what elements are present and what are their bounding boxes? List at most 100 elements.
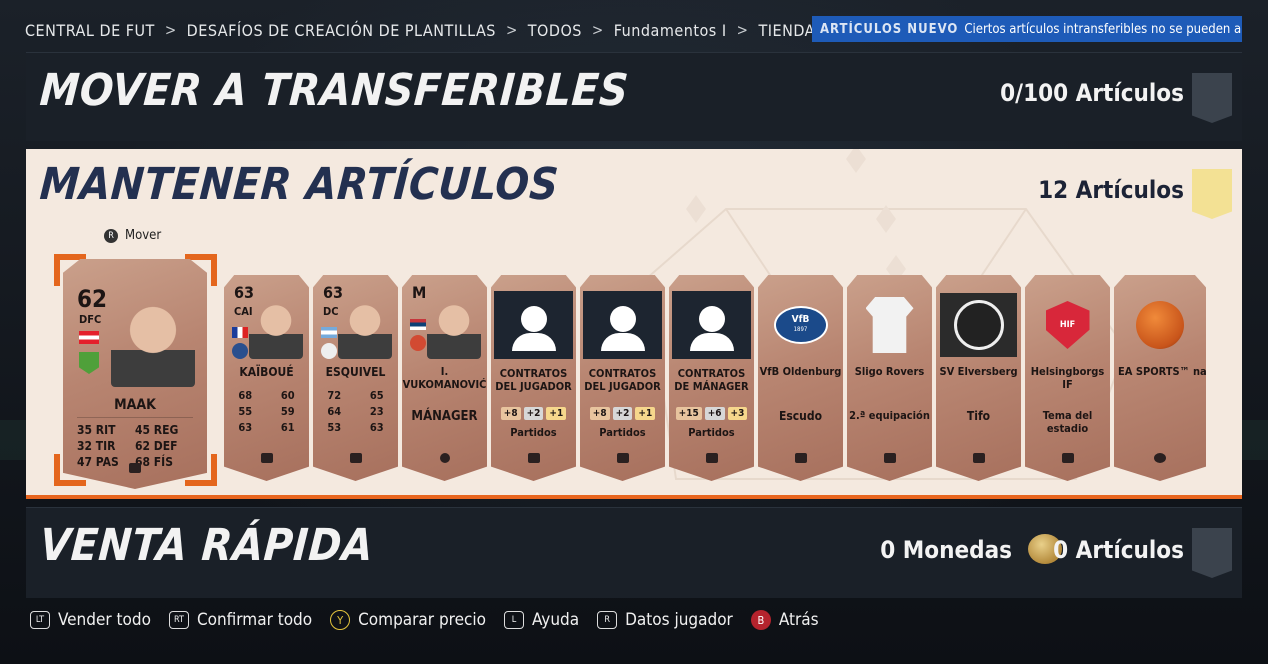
contract-label: Partidos <box>688 426 735 439</box>
y-button-icon: Y <box>330 610 351 630</box>
breadcrumb-item-store[interactable]: TIENDA <box>758 21 815 40</box>
breadcrumb-separator: > <box>505 21 518 39</box>
hint-label: Atrás <box>778 610 819 630</box>
contract-icon <box>494 291 573 359</box>
hint-sell-all[interactable]: LT Vender todo <box>30 610 151 630</box>
toast-message: Ciertos artículos intransferibles no se … <box>964 21 1242 37</box>
document-icon <box>616 453 629 463</box>
breadcrumb-item-fundamentos[interactable]: Fundamentos I <box>614 21 727 40</box>
club-crest-icon <box>321 343 337 359</box>
hint-label: Comparar precio <box>358 610 486 630</box>
hint-confirm-all[interactable]: RT Confirmar todo <box>168 610 313 630</box>
card-player-name: ESQUIVEL <box>325 365 386 379</box>
move-hint-label: Mover <box>125 228 162 243</box>
card-rating: 62 <box>77 285 108 313</box>
hint-label: Ayuda <box>532 610 580 630</box>
hint-player-data[interactable]: R Datos jugador <box>597 610 733 630</box>
quick-sell-coins: 0 Monedas <box>880 536 1012 564</box>
card-position: DC <box>323 305 339 318</box>
tifo-card-elversberg[interactable]: SV Elversberg Tifo <box>936 275 1021 481</box>
card-stats: 68 60 55 59 63 61 <box>238 389 295 434</box>
card-player-name: KAÏBOUÉ <box>239 365 294 379</box>
breadcrumb-item-sbc[interactable]: DESAFÍOS DE CREACIÓN DE PLANTILLAS <box>187 21 496 40</box>
club-badge-logo: VfB 1897 <box>766 293 835 357</box>
transfer-panel-title: MOVER A TRANSFERIBLES <box>38 65 631 116</box>
lt-button-icon: LT <box>30 611 50 629</box>
transfer-count: 0/100 Artículos <box>1000 79 1184 107</box>
card-manager-name: I. VUKOMANOVIĆ <box>402 365 487 391</box>
player-photo <box>111 295 195 387</box>
ball-image <box>1122 293 1198 357</box>
notification-toast: ARTÍCULOS NUEVO Ciertos artículos intran… <box>812 16 1242 42</box>
move-hint: R Mover <box>104 228 161 243</box>
kit-card-sligo-rovers[interactable]: Sligo Rovers 2.ª equipación <box>847 275 932 481</box>
contract-icon <box>583 291 662 359</box>
transfer-slot-icon <box>1192 73 1232 123</box>
keep-panel-title: MANTENER ARTÍCULOS <box>38 159 561 210</box>
badge-logo-text: VfB <box>791 314 810 325</box>
controller-hints: LT Vender todo RT Confirmar todo Y Compa… <box>30 610 819 630</box>
contract-label: Partidos <box>599 426 646 439</box>
item-type: Escudo <box>778 409 823 423</box>
france-flag-icon <box>232 327 248 338</box>
manager-icon <box>439 453 450 463</box>
hint-label: Vender todo <box>58 610 151 630</box>
keep-items-panel: MANTENER ARTÍCULOS 12 Artículos R Mover … <box>26 149 1242 499</box>
transfer-list-panel[interactable]: MOVER A TRANSFERIBLES 0/100 Artículos <box>26 52 1242 141</box>
item-name: Sligo Rovers <box>854 365 925 378</box>
card-divider <box>77 417 193 418</box>
stadium-theme-logo: HIF <box>1033 293 1102 357</box>
player-photo <box>249 297 303 359</box>
contract-boosts: +8 +2 +1 <box>580 407 665 420</box>
player-card-maak[interactable]: 62 DFC MAAK 35 RIT 45 REG 32 TIR 62 DEF … <box>63 259 207 489</box>
badge-logo-year: 1897 <box>793 326 808 333</box>
hint-label: Datos jugador <box>625 610 733 630</box>
player-photo <box>338 297 392 359</box>
stadium-theme-logo-text: HIF <box>1045 301 1090 349</box>
breadcrumb-separator: > <box>736 21 749 39</box>
club-crest-icon <box>232 343 248 359</box>
boot-icon <box>349 453 362 463</box>
right-stick-icon: R <box>597 611 618 629</box>
tifo-icon <box>972 453 985 463</box>
breadcrumb-item-central[interactable]: CENTRAL DE FUT <box>25 21 155 40</box>
hint-back[interactable]: B Atrás <box>750 610 819 630</box>
quick-sell-panel[interactable]: VENTA RÁPIDA 0 Monedas 0 Artículos <box>26 507 1242 598</box>
contract-card-manager[interactable]: CONTRATOS DE MÁNAGER +15 +6 +3 Partidos <box>669 275 754 481</box>
contract-card-player-2[interactable]: CONTRATOS DEL JUGADOR +8 +2 +1 Partidos <box>580 275 665 481</box>
toast-breadcrumb-ghost: ARTÍCULOS NUEVO <box>820 21 959 37</box>
item-type: Tifo <box>966 409 991 423</box>
b-button-icon: B <box>750 610 771 630</box>
manager-contract-icon <box>672 291 751 359</box>
card-player-name: MAAK <box>114 397 156 413</box>
manager-card-vukomanovic[interactable]: M I. VUKOMANOVIĆ MÁNAGER <box>402 275 487 481</box>
keep-slot-icon <box>1192 169 1232 219</box>
hint-compare-price[interactable]: Y Comparar precio <box>330 610 486 630</box>
player-card-kaiboue[interactable]: 63 CAI KAÏBOUÉ 68 60 55 59 63 61 <box>224 275 309 481</box>
ball-card-ea-sports[interactable]: EA SPORTS™ naranja <box>1114 275 1206 481</box>
breadcrumb: CENTRAL DE FUT > DESAFÍOS DE CREACIÓN DE… <box>25 18 815 42</box>
contract-card-player-1[interactable]: CONTRATOS DEL JUGADOR +8 +2 +1 Partidos <box>491 275 576 481</box>
stadium-theme-card-helsingborgs[interactable]: HIF Helsingborgs IF Tema del estadio <box>1025 275 1110 481</box>
boot-icon <box>260 453 273 463</box>
hint-label: Confirmar todo <box>196 610 313 630</box>
image-icon <box>1061 453 1074 463</box>
hint-help[interactable]: L Ayuda <box>504 610 579 630</box>
contract-title: CONTRATOS DEL JUGADOR <box>584 367 661 393</box>
item-name: Helsingborgs IF <box>1030 365 1105 391</box>
player-card-esquivel[interactable]: 63 DC ESQUIVEL 72 65 64 23 53 63 <box>313 275 398 481</box>
quick-sell-count: 0 Artículos <box>1053 536 1184 564</box>
item-type: 2.ª equipación <box>849 409 930 422</box>
rt-button-icon: RT <box>168 611 189 629</box>
breadcrumb-item-all[interactable]: TODOS <box>528 21 582 40</box>
badge-card-oldenburg[interactable]: VfB 1897 VfB Oldenburg Escudo <box>758 275 843 481</box>
quick-sell-slot-icon <box>1192 528 1232 578</box>
card-type-label: MÁNAGER <box>411 409 478 424</box>
card-stats: 72 65 64 23 53 63 <box>327 389 384 434</box>
r-button-icon: R <box>104 228 118 243</box>
contract-title: CONTRATOS DEL JUGADOR <box>495 367 572 393</box>
club-crest-icon <box>79 352 99 374</box>
kit-icon <box>883 453 896 463</box>
tifo-image <box>940 293 1017 357</box>
item-name: SV Elversberg <box>939 365 1018 378</box>
